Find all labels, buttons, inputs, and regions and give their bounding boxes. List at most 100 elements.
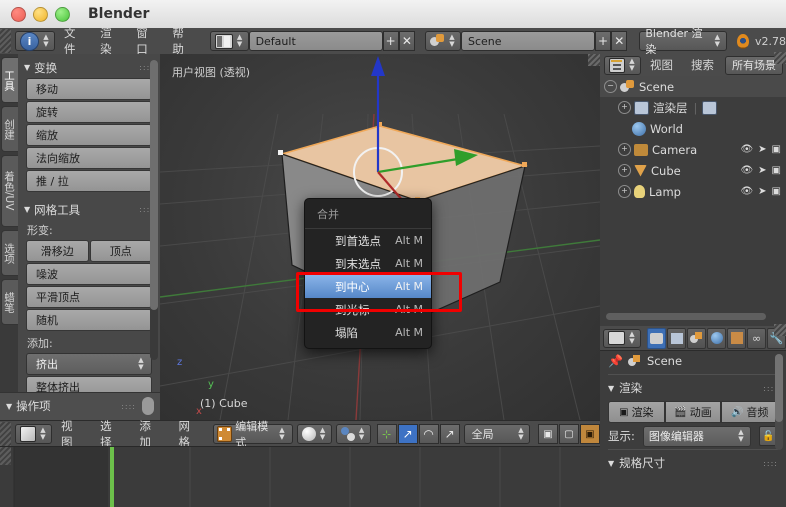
menu-file[interactable]: 文件 <box>55 25 91 57</box>
cursor-arrow-icon[interactable]: ➤ <box>758 186 766 197</box>
menu-window[interactable]: 窗口 <box>127 25 163 57</box>
occlude-geometry-icon[interactable]: ▣ <box>537 424 558 444</box>
properties-scrollbar[interactable] <box>775 354 783 450</box>
camera-render-icon[interactable]: ▣ <box>772 165 781 176</box>
section-transform-header[interactable]: ▼ 变换 :::: <box>18 58 160 77</box>
screen-layout-selector[interactable]: ▲ ▼ <box>209 31 249 51</box>
outliner-row-scene[interactable]: − Scene <box>600 76 786 97</box>
viewport-shading-selector[interactable]: ▲ ▼ <box>296 424 332 444</box>
properties-corner-widget[interactable] <box>774 324 786 336</box>
renderlayer-icon[interactable] <box>702 100 718 115</box>
cursor-arrow-icon[interactable]: ➤ <box>758 165 766 176</box>
scene-selector[interactable]: ▲ ▼ <box>424 31 461 51</box>
pivot-point-selector[interactable]: ▲ ▼ <box>335 424 371 444</box>
eye-icon[interactable]: 👁 <box>740 144 753 155</box>
tab-shading-uv[interactable]: 着色/UV <box>1 155 18 227</box>
close-button[interactable] <box>11 6 26 22</box>
scene-tab-icon[interactable] <box>687 327 707 349</box>
add-screen-layout-button[interactable]: + <box>382 31 399 51</box>
editor-type-selector[interactable]: ▲ ▼ <box>604 55 641 75</box>
render-layers-tab-icon[interactable] <box>667 327 687 349</box>
editor-type-selector[interactable]: i ▲ ▼ <box>15 31 55 51</box>
outliner-row-lamp[interactable]: + Lamp 👁 ➤ ▣ <box>600 181 786 202</box>
manipulator-axis-icon[interactable]: ⊹ <box>376 424 397 444</box>
render-tab-icon[interactable] <box>647 327 667 349</box>
tab-create[interactable]: 创建 <box>1 106 18 152</box>
expand-icon[interactable]: + <box>618 143 631 156</box>
screen-layout-name[interactable]: Default <box>248 31 383 51</box>
delete-scene-button[interactable]: ✕ <box>611 31 628 51</box>
operator-panel-scroll-handle[interactable] <box>142 397 154 415</box>
render-audio-icon: 🔊 <box>730 406 744 418</box>
render-audio-button[interactable]: 🔊 音频 <box>721 401 779 423</box>
timeline-editor[interactable] <box>0 446 600 507</box>
transform-orientation-selector[interactable]: 全局 ▲ ▼ <box>463 424 530 444</box>
translate-manipulator-icon[interactable]: ↗ <box>397 424 418 444</box>
tool-shrink-fatten[interactable]: 法向缩放 <box>26 147 152 169</box>
mesh-display-icon[interactable]: ▣ <box>579 424 600 444</box>
outliner-horizontal-scrollbar[interactable] <box>606 313 766 320</box>
tool-move[interactable]: 移动 <box>26 78 152 100</box>
collapse-icon[interactable]: − <box>604 80 617 93</box>
outliner-row-world[interactable]: World <box>600 118 786 139</box>
menu-item-collapse[interactable]: 塌陷 Alt M <box>305 321 431 344</box>
zoom-button[interactable] <box>55 6 70 22</box>
outliner-row-render-layers[interactable]: + 渲染层 | <box>600 97 786 118</box>
tab-tools[interactable]: 工具 <box>1 57 18 103</box>
minimize-button[interactable] <box>33 6 48 22</box>
delete-screen-layout-button[interactable]: ✕ <box>398 31 415 51</box>
render-section-header[interactable]: ▼ 渲染 :::: <box>600 377 786 399</box>
outliner-header: ▲ ▼ 视图 搜索 所有场景 <box>600 52 786 77</box>
expand-icon[interactable]: + <box>618 101 631 114</box>
expand-icon[interactable]: + <box>618 185 631 198</box>
tool-randomize[interactable]: 随机 <box>26 309 152 331</box>
pin-icon[interactable]: 📌 <box>608 354 623 368</box>
tab-options[interactable]: 选项 <box>1 230 18 276</box>
menu-item-at-first[interactable]: 到首选点 Alt M <box>305 229 431 252</box>
outliner-menu-search[interactable]: 搜索 <box>682 57 723 73</box>
add-scene-button[interactable]: + <box>594 31 612 51</box>
section-mesh-tools-header[interactable]: ▼ 网格工具 :::: <box>18 200 160 219</box>
tool-vertex-slide[interactable]: 顶点 <box>89 240 152 262</box>
viewport-corner-widget[interactable] <box>588 54 600 66</box>
render-image-button[interactable]: ▣ 渲染 <box>608 401 665 423</box>
operator-panel-header[interactable]: ▼ 操作项 :::: <box>0 393 160 419</box>
outliner-corner-widget[interactable] <box>774 52 786 64</box>
world-tab-icon[interactable] <box>707 327 727 349</box>
tool-rotate[interactable]: 旋转 <box>26 101 152 123</box>
render-image-icon: ▣ <box>619 406 629 418</box>
tab-grease-pencil[interactable]: 蜡笔 <box>1 279 18 325</box>
tool-edge-slide[interactable]: 滑移边 <box>26 240 89 262</box>
cursor-arrow-icon[interactable]: ➤ <box>758 144 766 155</box>
camera-render-icon[interactable]: ▣ <box>772 144 781 155</box>
render-animation-button[interactable]: 🎬 动画 <box>664 401 722 423</box>
tool-shelf-scrollbar[interactable] <box>150 60 158 360</box>
eye-icon[interactable]: 👁 <box>740 186 753 197</box>
scale-manipulator-icon[interactable]: ↗ <box>439 424 460 444</box>
editor-type-selector[interactable]: ▲ ▼ <box>603 328 641 348</box>
menu-help[interactable]: 帮助 <box>163 25 199 57</box>
constraints-tab-icon[interactable]: ∞ <box>747 327 767 349</box>
render-engine-selector[interactable]: Blender 渲染 ▲ ▼ <box>639 27 728 56</box>
tool-scale[interactable]: 缩放 <box>26 124 152 146</box>
limit-selection-icon[interactable]: ▢ <box>558 424 579 444</box>
editor-type-selector[interactable]: ▲ ▼ <box>15 424 52 444</box>
tool-smooth-vertex[interactable]: 平滑顶点 <box>26 286 152 308</box>
expand-icon[interactable]: + <box>618 164 631 177</box>
dimensions-section-title: 规格尺寸 <box>619 456 666 470</box>
outliner-row-cube[interactable]: + Cube 👁 ➤ ▣ <box>600 160 786 181</box>
tool-push-pull[interactable]: 推 / 拉 <box>26 170 152 192</box>
rotate-manipulator-icon[interactable]: ◠ <box>418 424 439 444</box>
scene-name[interactable]: Scene <box>460 31 595 51</box>
dimensions-section-header[interactable]: ▼ 规格尺寸 :::: <box>600 452 786 474</box>
tool-extrude-dropdown[interactable]: 挤出 ▲ ▼ <box>26 353 152 375</box>
outliner-row-camera[interactable]: + Camera 👁 ➤ ▣ <box>600 139 786 160</box>
interaction-mode-selector[interactable]: 编辑模式 ▲ ▼ <box>212 420 293 449</box>
menu-render[interactable]: 渲染 <box>91 25 127 57</box>
tool-noise[interactable]: 噪波 <box>26 263 152 285</box>
display-mode-dropdown[interactable]: 图像编辑器 ▲ ▼ <box>642 425 751 447</box>
object-tab-icon[interactable] <box>727 327 747 349</box>
eye-icon[interactable]: 👁 <box>740 165 753 176</box>
outliner-menu-view[interactable]: 视图 <box>641 57 682 73</box>
camera-render-icon[interactable]: ▣ <box>772 186 781 197</box>
